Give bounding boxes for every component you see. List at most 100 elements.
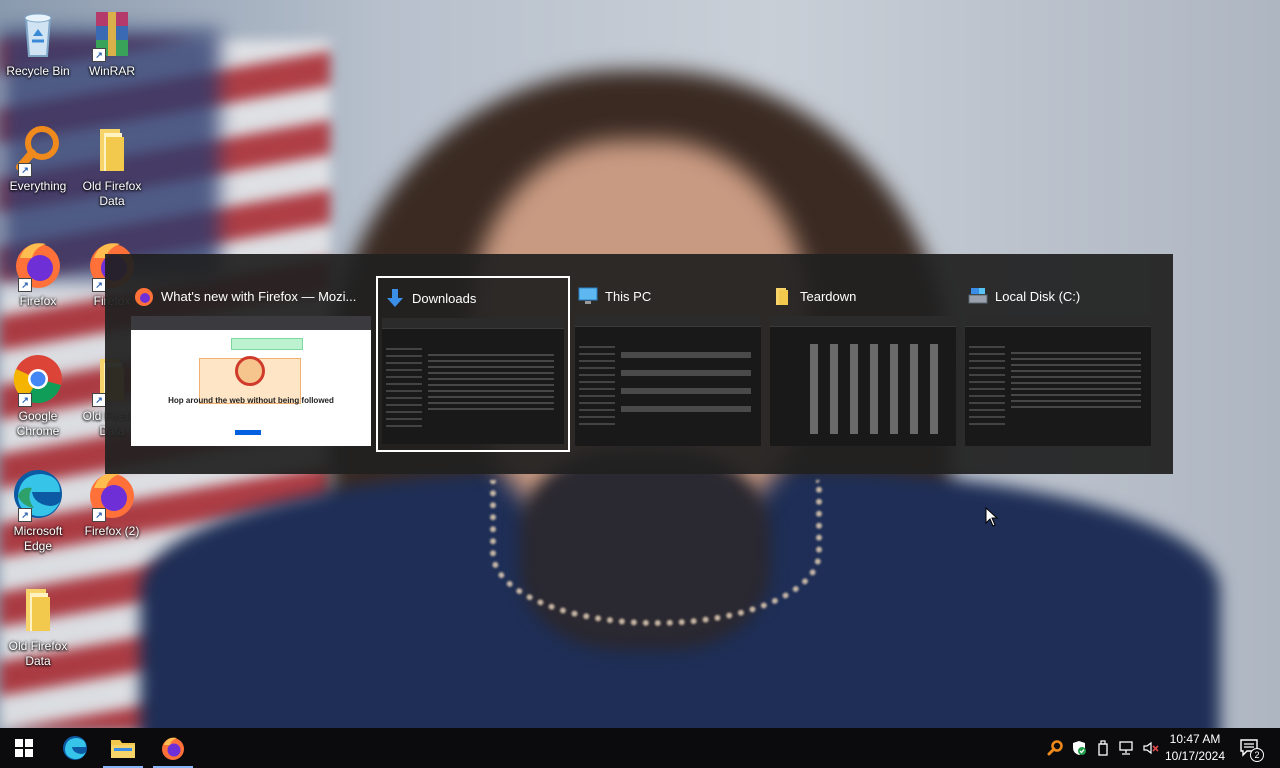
desktop-icon-firefox-3[interactable]: ↗ Firefox (2) — [74, 468, 150, 539]
taskbar-edge-button[interactable] — [51, 728, 99, 768]
task-thumbnail — [382, 318, 564, 444]
desktop-icon-firefox[interactable]: ↗ Firefox — [0, 238, 76, 309]
taskbar-firefox-button[interactable] — [149, 728, 197, 768]
shortcut-arrow-icon: ↗ — [18, 393, 32, 407]
task-thumbnail: Hop around the web without being followe… — [131, 316, 371, 446]
network-icon — [1119, 741, 1133, 755]
winrar-icon: ↗ — [86, 8, 138, 62]
firefox-icon: ↗ — [12, 238, 64, 292]
shortcut-arrow-icon: ↗ — [92, 393, 106, 407]
action-center-button[interactable]: 2 — [1236, 728, 1264, 768]
task-title: What's new with Firefox — Mozi... — [133, 286, 369, 306]
thumbnail-nav-pane — [386, 348, 422, 428]
thumbnail-browser-toolbar — [131, 316, 371, 330]
tray-usb-button[interactable] — [1092, 728, 1114, 768]
desktop-icon-label: Firefox — [19, 294, 57, 308]
desktop-icon-label: Old Firefox Data — [82, 179, 142, 208]
no-tracking-icon — [235, 356, 265, 386]
taskbar-file-explorer-button[interactable] — [99, 728, 147, 768]
folder-icon — [776, 288, 788, 305]
thumbnail-button — [235, 430, 261, 435]
thumbnail-titlebar — [382, 318, 564, 329]
notification-count-badge: 2 — [1250, 748, 1264, 762]
task-title-text: Teardown — [800, 288, 857, 304]
drive-icon — [968, 288, 988, 304]
task-title: Downloads — [384, 288, 562, 308]
clock-time: 10:47 AM — [1169, 732, 1221, 746]
task-title: Teardown — [772, 286, 954, 306]
task-teardown-window[interactable]: Teardown — [766, 276, 960, 452]
edge-icon: ↗ — [12, 468, 64, 522]
start-icon — [15, 739, 33, 757]
thumbnail-folders — [621, 352, 751, 412]
tray-everything-button[interactable] — [1044, 728, 1066, 768]
recycle-bin-icon — [12, 8, 64, 60]
thumbnail-titlebar — [770, 316, 956, 327]
desktop-icon-label: Old Firefox Data — [8, 639, 68, 668]
task-title-text: Downloads — [412, 290, 477, 306]
desktop-icon-winrar[interactable]: ↗ WinRAR — [74, 8, 150, 79]
thumbnail-file-list — [1011, 352, 1141, 412]
clock-date: 10/17/2024 — [1164, 749, 1226, 763]
thumbnail-headline: Hop around the web without being followe… — [168, 396, 334, 405]
thumbnail-badge — [231, 338, 303, 350]
volume-muted-icon — [1143, 741, 1159, 755]
task-title-text: What's new with Firefox — Mozi... — [161, 288, 357, 304]
shortcut-arrow-icon: ↗ — [92, 278, 106, 292]
thumbnail-file-list — [428, 354, 554, 414]
task-local-disk-window[interactable]: Local Disk (C:) — [961, 276, 1155, 452]
mouse-cursor-icon — [985, 507, 999, 527]
task-switcher: What's new with Firefox — Mozi... Hop ar… — [105, 254, 1173, 474]
task-title-text: Local Disk (C:) — [995, 288, 1081, 304]
desktop-icon-old-firefox-data[interactable]: Old Firefox Data — [74, 123, 150, 209]
desktop-icon-old-firefox-data-3[interactable]: Old Firefox Data — [0, 583, 76, 669]
thumbnail-nav-pane — [579, 346, 615, 426]
task-thumbnail — [770, 316, 956, 446]
download-folder-icon — [387, 289, 403, 307]
everything-search-icon: ↗ — [12, 123, 64, 177]
thumbnail-nav-pane — [969, 346, 1005, 426]
thumbnail-titlebar — [965, 316, 1151, 327]
task-downloads-window[interactable]: Downloads — [376, 276, 570, 452]
folder-icon — [86, 123, 138, 175]
shortcut-arrow-icon: ↗ — [92, 48, 106, 62]
start-button[interactable] — [0, 728, 48, 768]
security-icon — [1073, 741, 1086, 755]
this-pc-icon — [578, 287, 598, 304]
everything-tray-icon — [1047, 740, 1063, 756]
desktop-icon-microsoft-edge[interactable]: ↗ Microsoft Edge — [0, 468, 76, 554]
thumbnail-file-grid — [810, 344, 946, 434]
thumbnail-titlebar — [575, 316, 761, 327]
desktop-icon-label: Microsoft Edge — [13, 524, 63, 553]
desktop-icon-label: Firefox (2) — [84, 524, 140, 538]
firefox-icon: ↗ — [86, 468, 138, 522]
desktop-icon-label: WinRAR — [88, 64, 135, 78]
tray-security-button[interactable] — [1068, 728, 1090, 768]
folder-icon — [12, 583, 64, 635]
task-title-text: This PC — [605, 288, 652, 304]
shortcut-arrow-icon: ↗ — [18, 278, 32, 292]
desktop-icon-recycle-bin[interactable]: Recycle Bin — [0, 8, 76, 79]
task-thumbnail — [965, 316, 1151, 446]
usb-icon — [1098, 740, 1108, 756]
task-this-pc-window[interactable]: This PC — [571, 276, 765, 452]
taskbar-clock[interactable]: 10:47 AM 10/17/2024 — [1162, 731, 1228, 765]
wallpaper-necklace — [490, 480, 822, 626]
task-firefox-window[interactable]: What's new with Firefox — Mozi... Hop ar… — [127, 276, 375, 452]
tray-volume-button[interactable] — [1140, 728, 1162, 768]
firefox-icon — [135, 288, 153, 306]
tray-network-button[interactable] — [1116, 728, 1138, 768]
shortcut-arrow-icon: ↗ — [18, 163, 32, 177]
task-title: This PC — [577, 286, 759, 306]
taskbar: 10:47 AM 10/17/2024 2 — [0, 728, 1280, 768]
task-thumbnail — [575, 316, 761, 446]
file-explorer-icon — [111, 740, 135, 758]
desktop-icon-label: Google Chrome — [16, 409, 60, 438]
edge-icon — [63, 736, 87, 760]
desktop-icon-label: Recycle Bin — [6, 64, 70, 78]
chrome-icon: ↗ — [12, 353, 64, 407]
desktop-icon-everything[interactable]: ↗ Everything — [0, 123, 76, 194]
shortcut-arrow-icon: ↗ — [92, 508, 106, 522]
shortcut-arrow-icon: ↗ — [18, 508, 32, 522]
desktop-icon-google-chrome[interactable]: ↗ Google Chrome — [0, 353, 76, 439]
